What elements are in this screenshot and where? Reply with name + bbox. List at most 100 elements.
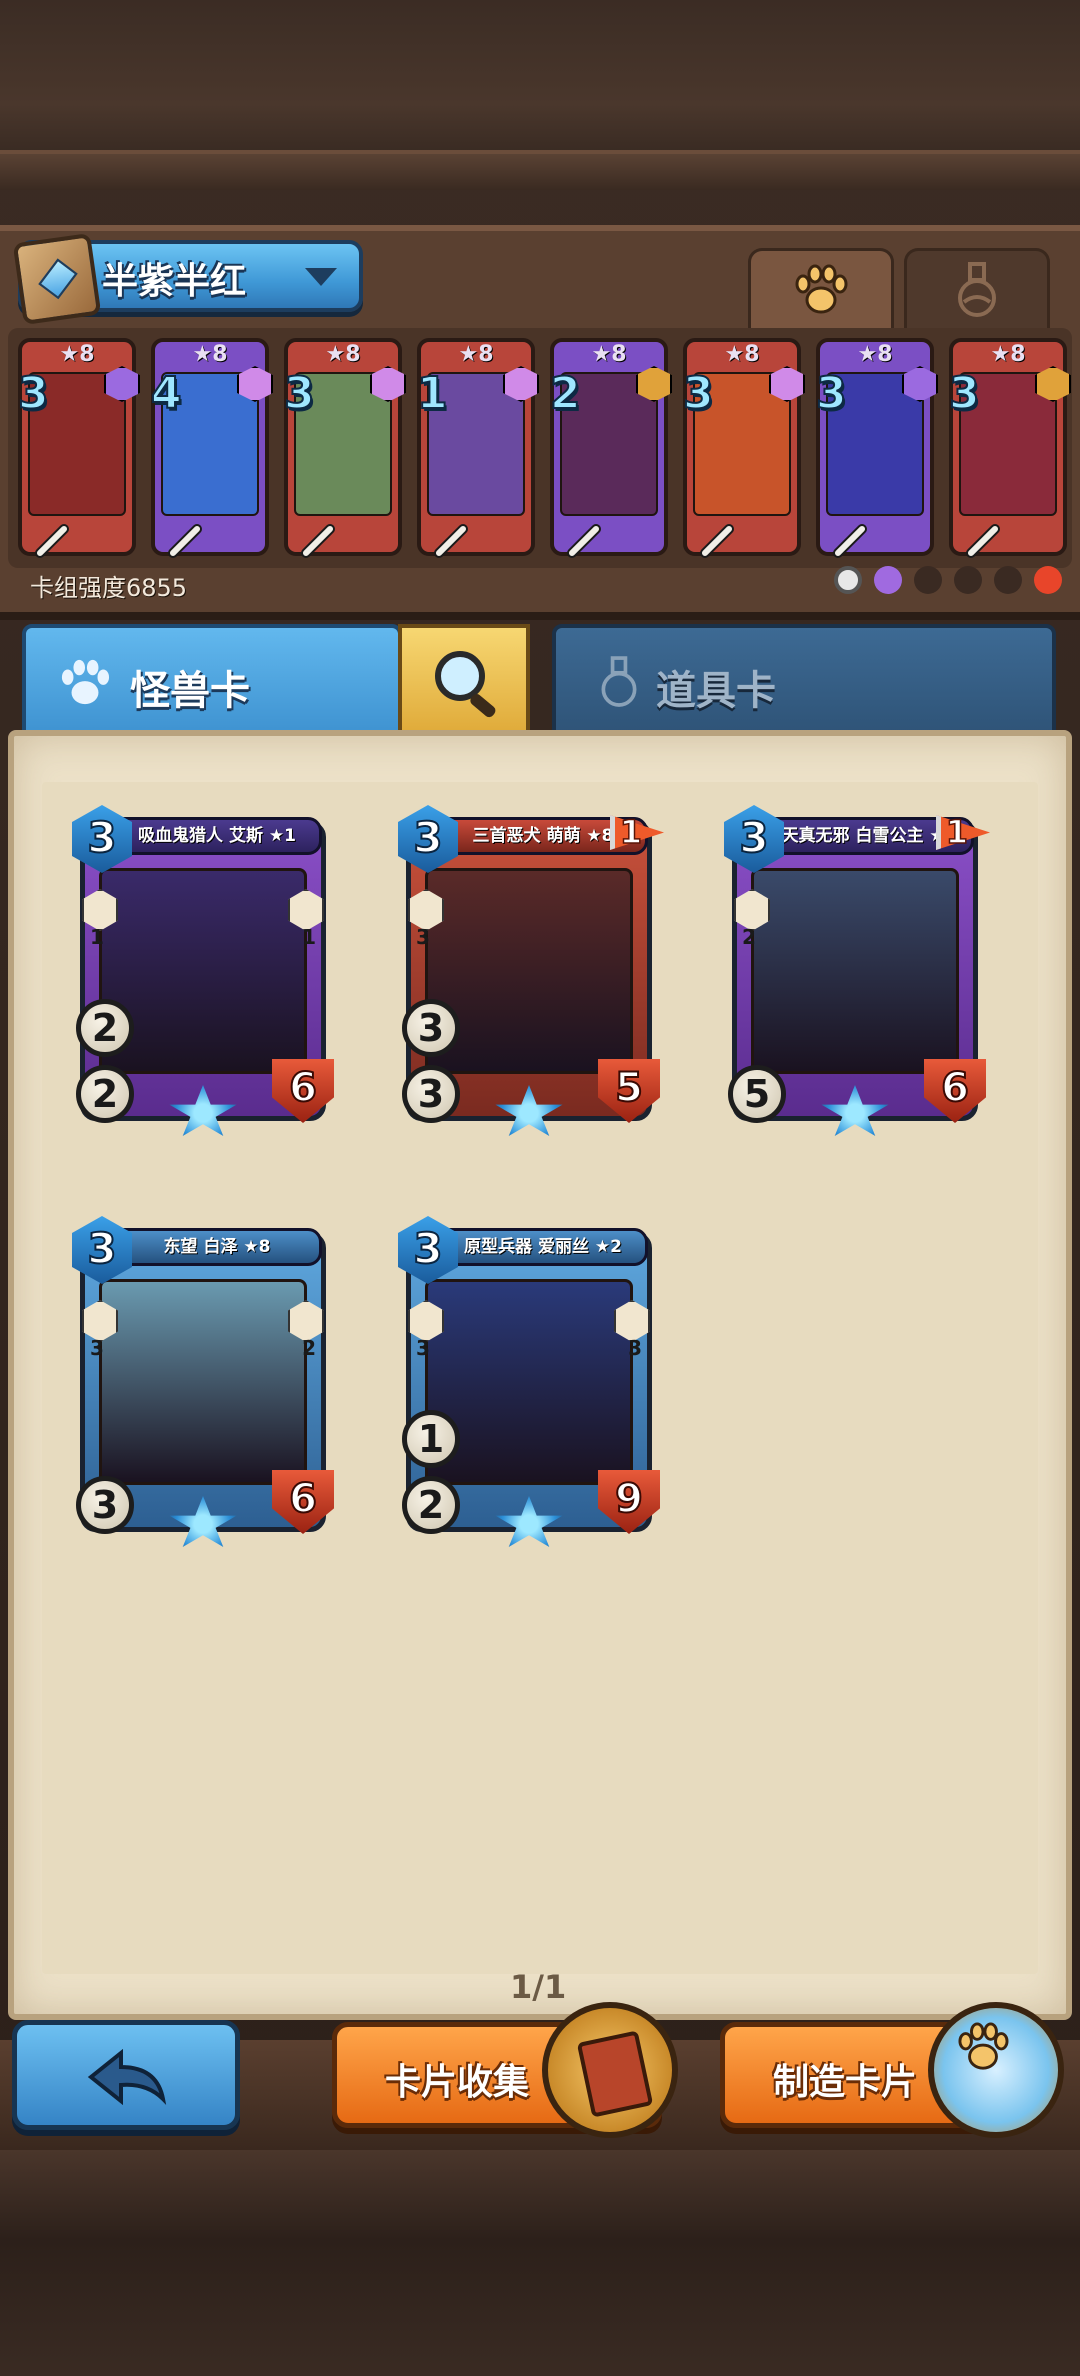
left-skill-value: 3 [416, 1336, 430, 1360]
star-level: ★8 [990, 342, 1026, 367]
back-button[interactable] [12, 2020, 240, 2130]
card-cost: 3 [283, 367, 316, 420]
wing-faction-icon [994, 566, 1022, 594]
star-level: ★8 [591, 342, 627, 367]
deck-card[interactable]: ★8 3 [948, 338, 1071, 558]
star-level: ★8 [458, 342, 494, 367]
star-level: ★8 [325, 342, 361, 367]
page-indicator: 1/1 [510, 1968, 567, 2006]
monster-card[interactable]: 天真无邪 白雪公主 ★8 3 1 2 5 6 [724, 805, 990, 1141]
deck-name: 半紫半红 [102, 261, 247, 302]
star-level: ★8 [724, 342, 760, 367]
paw-icon [795, 264, 848, 313]
card-art [751, 868, 959, 1074]
card-name: 吸血鬼猎人 艾斯 ★1 [112, 817, 322, 855]
defense-stat: 2 [76, 1065, 134, 1123]
left-skill-value: 1 [90, 925, 104, 949]
deck-card[interactable]: ★8 3 [283, 338, 406, 558]
sword-icon [700, 524, 734, 558]
card-cost: 3 [682, 367, 715, 420]
tab-item-cards[interactable]: 道具卡 [552, 624, 1056, 736]
bottom-wood-frame [0, 2150, 1080, 2376]
faction-icons [834, 566, 1062, 594]
card-cost: 1 [416, 367, 449, 420]
sword-icon [966, 524, 1000, 558]
star-level: ★8 [192, 342, 228, 367]
chevron-down-icon [305, 268, 337, 286]
left-skill-value: 3 [90, 1336, 104, 1360]
card-collection-label: 卡片收集 [385, 2062, 530, 2103]
monster-card[interactable]: 东望 白泽 ★8 3 3 2 3 6 [72, 1216, 334, 1552]
potion-icon [958, 261, 996, 317]
top-wood-frame [0, 0, 1080, 190]
card-cost: 2 [549, 367, 582, 420]
deck-card[interactable]: ★8 1 [416, 338, 539, 558]
card-cost: 3 [412, 812, 443, 863]
left-skill-value: 3 [416, 925, 430, 949]
deck-strength: 卡组强度6855 [30, 574, 188, 602]
back-arrow-icon [87, 2049, 167, 2105]
card-art [425, 1279, 633, 1485]
card-cost: 3 [948, 367, 981, 420]
tab-item-deck[interactable] [904, 248, 1050, 328]
search-button[interactable] [398, 624, 530, 736]
monster-card[interactable]: 三首恶犬 萌萌 ★8 3 1 3 3 3 5 [398, 805, 664, 1141]
card-name: 东望 白泽 ★8 [112, 1228, 322, 1266]
tab-monster-cards[interactable]: 怪兽卡 [22, 624, 402, 736]
tab-monster-cards-label: 怪兽卡 [130, 668, 250, 714]
attack-stat: 1 [402, 1410, 460, 1468]
deck-card[interactable]: ★8 3 [815, 338, 938, 558]
card-art [425, 868, 633, 1074]
right-skill-value: 1 [302, 925, 316, 949]
monster-card[interactable]: 吸血鬼猎人 艾斯 ★1 3 1 1 2 2 6 [72, 805, 334, 1141]
deck-card[interactable]: ★8 4 [150, 338, 273, 558]
deck-book-icon [12, 232, 102, 326]
card-art [99, 1279, 307, 1485]
craft-card-label: 制造卡片 [773, 2062, 918, 2103]
star-level: ★8 [59, 342, 95, 367]
card-cost: 3 [86, 1223, 117, 1274]
flag-count: 1 [945, 812, 969, 852]
card-cost: 3 [17, 367, 50, 420]
paw-icon [61, 659, 110, 705]
card-cost: 3 [738, 812, 769, 863]
neutral-faction-icon [834, 566, 862, 594]
card-name: 原型兵器 爱丽丝 ★2 [438, 1228, 648, 1266]
shadow-faction-icon [954, 566, 982, 594]
card-cost: 4 [150, 367, 183, 420]
deck-selector-dropdown[interactable]: 半紫半红 [12, 232, 363, 326]
beast-faction-icon [914, 566, 942, 594]
sword-icon [168, 524, 202, 558]
deck-card[interactable]: ★8 3 [682, 338, 805, 558]
deck-card[interactable]: ★8 2 [549, 338, 672, 558]
right-skill-value: 2 [302, 1336, 316, 1360]
card-cost: 3 [412, 1223, 443, 1274]
search-icon [435, 651, 496, 718]
sword-icon [301, 524, 335, 558]
defense-stat: 2 [402, 1476, 460, 1534]
defense-stat: 3 [76, 1476, 134, 1534]
tab-item-cards-label: 道具卡 [656, 668, 776, 714]
tab-monster-deck[interactable] [748, 248, 894, 328]
sword-icon [35, 524, 69, 558]
monster-card[interactable]: 原型兵器 爱丽丝 ★2 3 3 3 1 2 9 [398, 1216, 660, 1552]
deck-card[interactable]: ★8 3 [17, 338, 140, 558]
sword-icon [567, 524, 601, 558]
purple-faction-icon [874, 566, 902, 594]
attack-stat: 2 [76, 999, 134, 1057]
attack-stat: 3 [402, 999, 460, 1057]
right-skill-value: 3 [628, 1336, 642, 1360]
card-art [99, 868, 307, 1074]
card-cost: 3 [815, 367, 848, 420]
defense-stat: 3 [402, 1065, 460, 1123]
potion-icon [601, 656, 637, 707]
card-cost: 3 [86, 812, 117, 863]
star-level: ★8 [857, 342, 893, 367]
sword-icon [833, 524, 867, 558]
left-skill-value: 2 [742, 925, 756, 949]
fire-faction-icon [1034, 566, 1062, 594]
defense-stat: 5 [728, 1065, 786, 1123]
paw-jar-icon [928, 2002, 1064, 2138]
sword-icon [434, 524, 468, 558]
card-book-icon [542, 2002, 678, 2138]
